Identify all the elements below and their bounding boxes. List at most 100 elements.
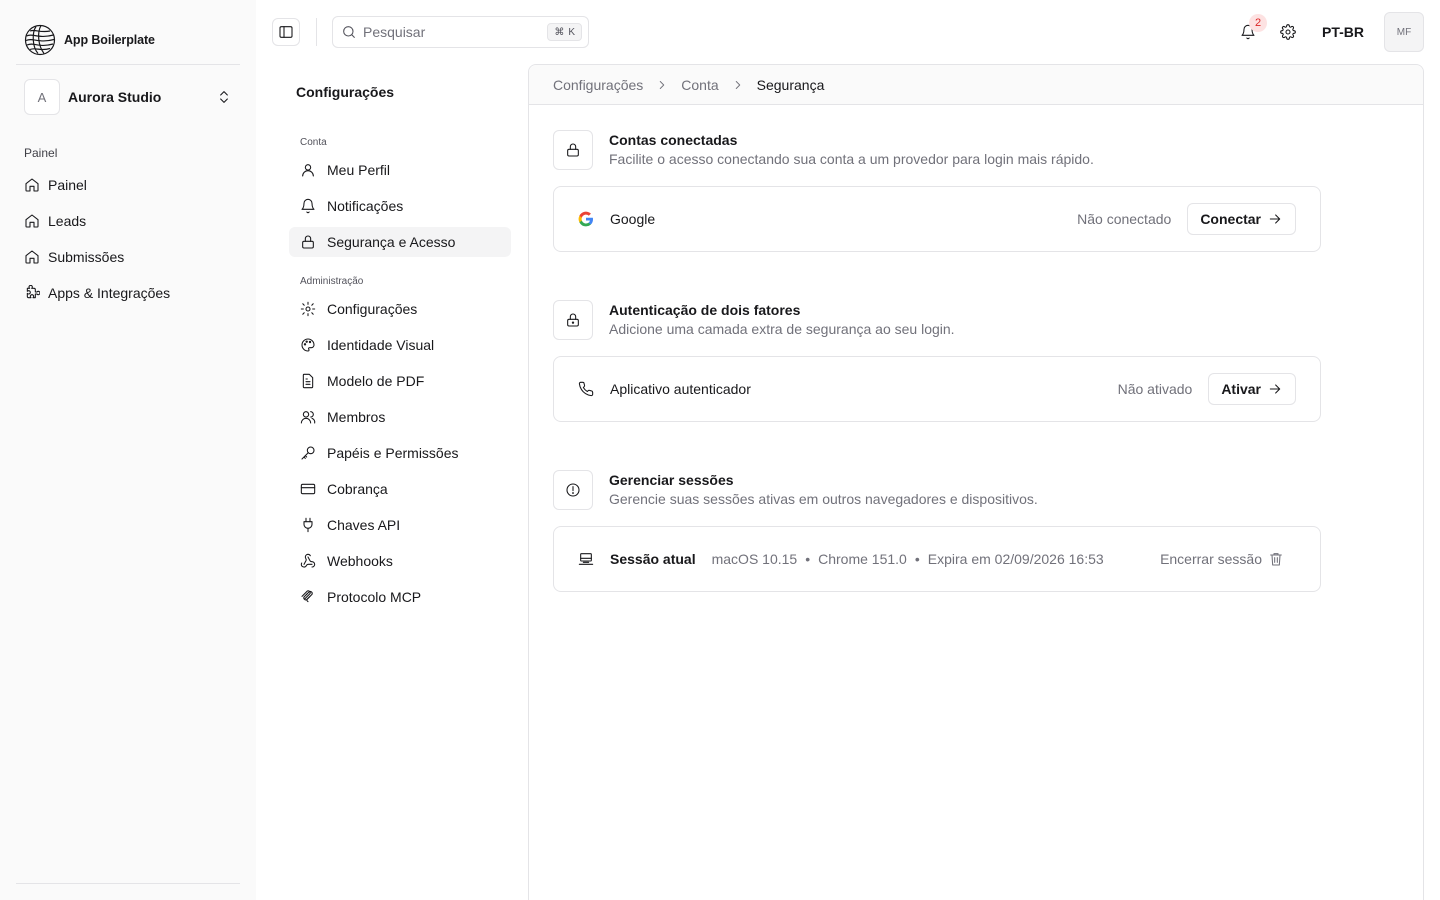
settings-group-admin: Administração <box>300 276 364 287</box>
settings-button[interactable] <box>1276 20 1300 44</box>
language-selector[interactable]: PT-BR <box>1322 24 1364 40</box>
settings-item-label: Notificações <box>327 198 404 214</box>
settings-item-cobranca[interactable]: Cobrança <box>289 474 511 504</box>
settings-item-label: Chaves API <box>327 517 401 533</box>
lock-keyhole-icon <box>567 313 579 327</box>
key-icon <box>301 446 315 460</box>
app-sidebar: App Boilerplate A Aurora Studio Painel P… <box>0 0 256 900</box>
sidebar-item-label: Submissões <box>48 249 125 265</box>
session-os: macOS 10.15 <box>711 551 798 567</box>
settings-item-label: Webhooks <box>327 553 393 569</box>
settings-item-modelo-pdf[interactable]: Modelo de PDF <box>289 366 511 396</box>
section-title: Gerenciar sessões <box>609 472 734 488</box>
command-key-glyph: ⌘ <box>554 26 565 38</box>
method-name: Aplicativo autenticador <box>610 381 751 397</box>
sidebar-item-label: Painel <box>48 177 87 193</box>
gear-icon <box>1280 24 1296 40</box>
section-two-factor-header: Autenticação de dois fatores Adicione um… <box>553 300 955 340</box>
breadcrumb-item-conta[interactable]: Conta <box>681 77 718 93</box>
settings-item-membros[interactable]: Membros <box>289 402 511 432</box>
breadcrumb-item-configuracoes[interactable]: Configurações <box>553 77 643 93</box>
settings-title: Configurações <box>296 84 395 100</box>
home-icon <box>25 250 39 264</box>
google-icon <box>578 211 593 227</box>
twofa-status: Não ativado <box>1117 381 1193 397</box>
settings-group-account: Conta <box>300 137 327 148</box>
connect-google-button[interactable]: Conectar <box>1187 203 1296 235</box>
brand-name: App Boilerplate <box>64 33 155 47</box>
mcp-icon <box>301 590 313 603</box>
search-box[interactable]: ⌘ K <box>332 16 589 48</box>
lock-icon <box>567 143 579 157</box>
settings-item-notificacoes[interactable]: Notificações <box>289 191 511 221</box>
section-connected-accounts-header: Contas conectadas Facilite o acesso cone… <box>553 130 1094 170</box>
section-description: Gerencie suas sessões ativas em outros n… <box>609 491 1038 507</box>
section-description: Adicione uma camada extra de segurança a… <box>609 321 955 337</box>
connection-status: Não conectado <box>1077 211 1172 227</box>
credit-card-icon <box>300 483 316 495</box>
settings-item-configuracoes[interactable]: Configurações <box>289 294 511 324</box>
org-switcher[interactable]: A Aurora Studio <box>24 79 240 115</box>
settings-item-papeis-permissoes[interactable]: Papéis e Permissões <box>289 438 511 468</box>
panel-left-icon <box>279 26 293 38</box>
arrow-right-icon <box>1269 384 1281 394</box>
sidebar-section-label: Painel <box>24 146 58 160</box>
current-session-card: Sessão atual macOS 10.15 • Chrome 151.0 … <box>553 526 1321 592</box>
shortcut-key: K <box>568 26 575 38</box>
activate-2fa-button[interactable]: Ativar <box>1208 373 1296 405</box>
separator-dot: • <box>914 551 920 567</box>
users-icon <box>300 411 316 424</box>
sidebar-bottom-divider <box>16 883 240 884</box>
trash-icon <box>1270 553 1282 566</box>
search-input[interactable] <box>363 24 543 40</box>
provider-name: Google <box>610 211 656 227</box>
section-icon <box>553 470 593 510</box>
globe-logo-icon <box>24 24 56 56</box>
file-text-icon <box>302 373 314 389</box>
chevrons-up-down-icon <box>220 91 228 103</box>
section-icon <box>553 300 593 340</box>
settings-item-meu-perfil[interactable]: Meu Perfil <box>289 155 511 185</box>
settings-item-chaves-api[interactable]: Chaves API <box>289 510 511 540</box>
authenticator-app-card: Aplicativo autenticador Não ativado Ativ… <box>553 356 1321 422</box>
section-description: Facilite o acesso conectando sua conta a… <box>609 151 1094 167</box>
arrow-right-icon <box>1269 214 1281 224</box>
settings-item-seguranca-acesso[interactable]: Segurança e Acesso <box>289 227 511 257</box>
search-icon <box>343 26 355 38</box>
sidebar-item-label: Leads <box>48 213 87 229</box>
sidebar-item-label: Apps & Integrações <box>48 285 171 301</box>
sidebar-item-submissoes[interactable]: Submissões <box>16 239 240 275</box>
section-title: Autenticação de dois fatores <box>609 302 801 318</box>
lock-icon <box>302 235 314 249</box>
bell-icon <box>301 198 315 214</box>
sidebar-divider <box>16 64 240 65</box>
button-label: Ativar <box>1221 381 1261 397</box>
puzzle-icon <box>26 285 40 299</box>
sidebar-item-leads[interactable]: Leads <box>16 203 240 239</box>
session-browser: Chrome 151.0 <box>818 551 907 567</box>
home-icon <box>25 178 39 192</box>
user-avatar[interactable]: MF <box>1384 12 1424 52</box>
settings-item-label: Meu Perfil <box>327 162 391 178</box>
separator-dot: • <box>805 551 811 567</box>
sidebar-nav: Painel Leads Submissões Apps & Integraçõ… <box>16 167 240 311</box>
sidebar-toggle-button[interactable] <box>272 18 300 46</box>
google-connection-card: Google Não conectado Conectar <box>553 186 1321 252</box>
end-session-label: Encerrar sessão <box>1160 551 1262 567</box>
settings-item-webhooks[interactable]: Webhooks <box>289 546 511 576</box>
sidebar-item-apps-integracoes[interactable]: Apps & Integrações <box>16 275 240 311</box>
chevron-right-icon <box>660 80 665 89</box>
settings-item-identidade-visual[interactable]: Identidade Visual <box>289 330 511 360</box>
settings-item-label: Cobrança <box>327 481 388 497</box>
settings-item-protocolo-mcp[interactable]: Protocolo MCP <box>289 582 511 612</box>
sidebar-item-painel[interactable]: Painel <box>16 167 240 203</box>
brand[interactable]: App Boilerplate <box>24 24 155 56</box>
webhook-icon <box>300 553 316 568</box>
org-avatar: A <box>24 79 60 115</box>
user-icon <box>302 164 314 177</box>
session-label: Sessão atual <box>610 551 696 567</box>
section-title: Contas conectadas <box>609 132 738 148</box>
end-session-button[interactable]: Encerrar sessão <box>1160 551 1284 567</box>
notification-count-badge: 2 <box>1249 14 1267 32</box>
main-panel: Configurações Conta Segurança Contas con… <box>528 64 1424 900</box>
